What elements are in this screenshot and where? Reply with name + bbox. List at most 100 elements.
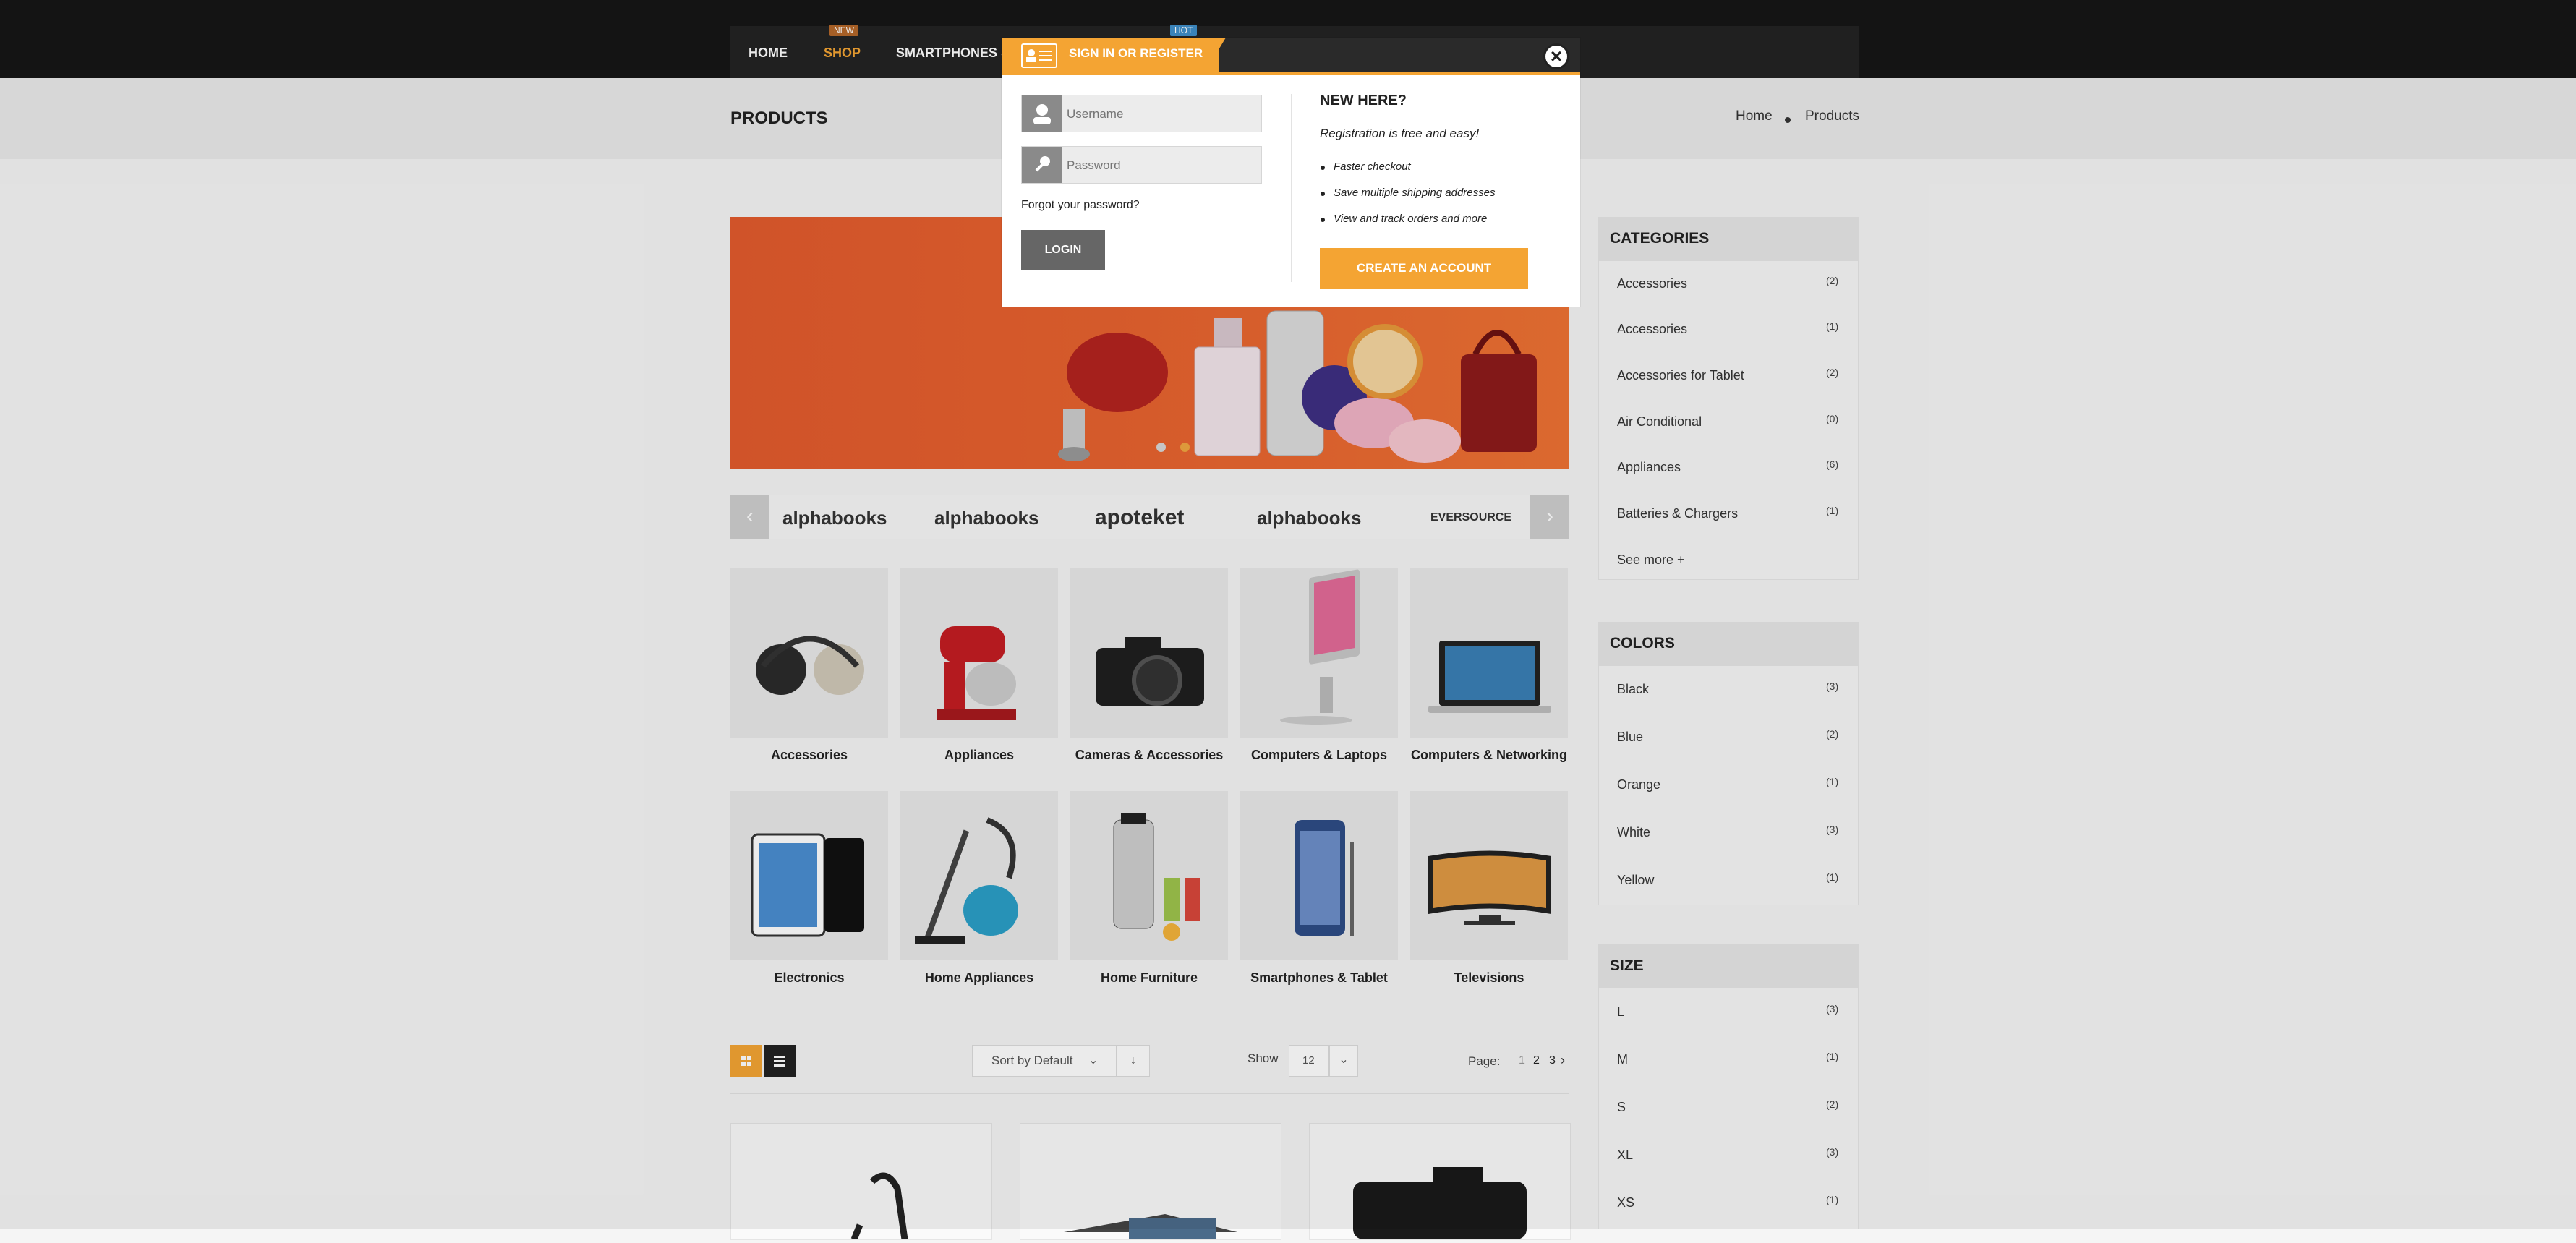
brand-logo-alphabooks[interactable]: alphabooks	[934, 495, 1038, 539]
key-icon	[1022, 147, 1062, 183]
slider-dot-1[interactable]	[1156, 443, 1166, 452]
sidebar-size-item[interactable]: XS	[1617, 1195, 1634, 1210]
breadcrumb-home[interactable]: Home	[1736, 108, 1773, 124]
sidebar-color-item[interactable]: Orange	[1617, 777, 1660, 793]
carousel-prev-button[interactable]: ‹	[730, 495, 769, 539]
category-label: Appliances	[944, 748, 1015, 762]
categories-heading: CATEGORIES	[1598, 217, 1859, 260]
category-tile[interactable]: Home Furniture	[1070, 791, 1228, 986]
username-field[interactable]	[1021, 95, 1262, 132]
sort-select[interactable]: Sort by Default ⌄	[972, 1045, 1117, 1077]
brand-logo-alphabooks[interactable]: alphabooks	[782, 495, 887, 539]
close-button[interactable]: ×	[1543, 43, 1569, 69]
sidebar-category-item[interactable]: Accessories for Tablet	[1617, 368, 1744, 383]
product-card[interactable]	[730, 1123, 992, 1241]
nav-home[interactable]: HOME	[749, 26, 788, 78]
nav-smartphones[interactable]: SMARTPHONES &	[896, 26, 1010, 78]
tablet-product-icon	[1064, 1214, 1237, 1239]
cushion-icon	[1389, 419, 1461, 463]
sidebar-category-item[interactable]: Batteries & Chargers	[1617, 506, 1738, 521]
modal-tab-notch	[1204, 38, 1226, 74]
size-list	[1598, 988, 1859, 1229]
category-count: (2)	[1826, 367, 1839, 378]
brand-logo-alphabooks[interactable]: alphabooks	[1257, 495, 1361, 539]
login-button[interactable]: LOGIN	[1021, 230, 1105, 270]
category-label: Televisions	[1454, 970, 1524, 985]
category-count: (0)	[1826, 413, 1839, 424]
category-tile[interactable]: Smartphones & Tablet	[1240, 791, 1398, 986]
product-card[interactable]	[1309, 1123, 1571, 1240]
category-tile[interactable]: Computers & Networking	[1410, 568, 1568, 763]
category-label: Smartphones & Tablet	[1250, 970, 1388, 985]
page-3[interactable]: 3	[1549, 1054, 1556, 1067]
sidebar-category-item[interactable]: Accessories	[1617, 276, 1687, 291]
sidebar-size-item[interactable]: XL	[1617, 1148, 1633, 1163]
product-card[interactable]	[1020, 1123, 1281, 1240]
see-more-link[interactable]: See more +	[1617, 552, 1685, 568]
imac-icon	[1240, 568, 1398, 738]
category-tile[interactable]: Computers & Laptops	[1240, 568, 1398, 763]
modal-accent-line	[1002, 72, 1580, 75]
new-badge: NEW	[829, 25, 858, 36]
list-icon	[774, 1056, 785, 1067]
chevron-down-icon: ⌄	[1339, 1054, 1349, 1066]
page-2[interactable]: 2	[1533, 1054, 1540, 1067]
category-tile[interactable]: Televisions	[1410, 791, 1568, 986]
vacuum-product-icon	[850, 1172, 908, 1241]
list-view-button[interactable]	[764, 1045, 796, 1077]
next-page-icon[interactable]: ›	[1561, 1053, 1565, 1068]
breadcrumb-separator	[1785, 117, 1791, 123]
sidebar-color-item[interactable]: Blue	[1617, 730, 1643, 745]
category-label: Cameras & Accessories	[1075, 748, 1224, 762]
category-tile[interactable]: Home Appliances	[900, 791, 1058, 986]
sidebar-size-item[interactable]: M	[1617, 1052, 1628, 1067]
size-count: (1)	[1826, 1051, 1839, 1062]
sidebar-size-item[interactable]: L	[1617, 1004, 1624, 1020]
sidebar-color-item[interactable]: Black	[1617, 682, 1649, 697]
password-field[interactable]	[1021, 146, 1262, 184]
user-icon	[1022, 95, 1062, 132]
close-icon: ×	[1550, 45, 1563, 67]
sidebar-size-item[interactable]: S	[1617, 1100, 1626, 1115]
password-input[interactable]	[1065, 153, 1256, 179]
category-tile[interactable]: Appliances	[900, 568, 1058, 763]
carousel-next-button[interactable]: ›	[1530, 495, 1569, 539]
handbag-icon	[1461, 330, 1537, 452]
category-tile[interactable]: Electronics	[730, 791, 888, 986]
page-1[interactable]: 1	[1519, 1054, 1525, 1067]
benefit-item: View and track orders and more	[1334, 213, 1488, 225]
show-chevron-button[interactable]: ⌄	[1329, 1045, 1358, 1077]
create-account-button[interactable]: CREATE AN ACCOUNT	[1320, 248, 1528, 289]
sidebar-category-item[interactable]: Appliances	[1617, 460, 1681, 475]
bullet-icon	[1321, 218, 1325, 222]
sort-direction-button[interactable]: ↓	[1117, 1045, 1150, 1077]
hot-badge: HOT	[1170, 25, 1198, 36]
category-tile[interactable]: Cameras & Accessories	[1070, 568, 1228, 763]
size-count: (2)	[1826, 1098, 1839, 1110]
color-count: (1)	[1826, 776, 1839, 787]
show-value: 12	[1302, 1054, 1315, 1067]
slider-dot-2[interactable]	[1180, 443, 1190, 452]
color-count: (3)	[1826, 680, 1839, 692]
category-label: Computers & Laptops	[1250, 748, 1387, 762]
sidebar-category-item[interactable]: Accessories	[1617, 322, 1687, 337]
sidebar-color-item[interactable]: White	[1617, 825, 1650, 840]
brand-logo-eversource[interactable]: EVERSOURCE	[1430, 495, 1511, 539]
colors-heading: COLORS	[1598, 622, 1859, 665]
show-select[interactable]: 12	[1289, 1045, 1329, 1077]
brand-logo-apoteket[interactable]: apoteket	[1095, 495, 1184, 539]
username-input[interactable]	[1065, 101, 1256, 127]
category-label: Home Furniture	[1100, 970, 1198, 985]
grid-icon	[741, 1056, 751, 1066]
new-here-heading: NEW HERE?	[1320, 93, 1407, 108]
sidebar-category-item[interactable]: Air Conditional	[1617, 414, 1702, 430]
grid-view-button[interactable]	[730, 1045, 762, 1077]
modal-title: SIGN IN OR REGISTER	[1069, 46, 1203, 60]
forgot-password-link[interactable]: Forgot your password?	[1021, 199, 1140, 212]
category-tile[interactable]: Accessories	[730, 568, 888, 763]
vacuum-icon	[900, 791, 1058, 960]
sidebar-color-item[interactable]: Yellow	[1617, 873, 1654, 888]
size-heading: SIZE	[1598, 944, 1859, 988]
registration-text: Registration is free and easy!	[1320, 127, 1480, 140]
bullet-icon	[1321, 192, 1325, 196]
